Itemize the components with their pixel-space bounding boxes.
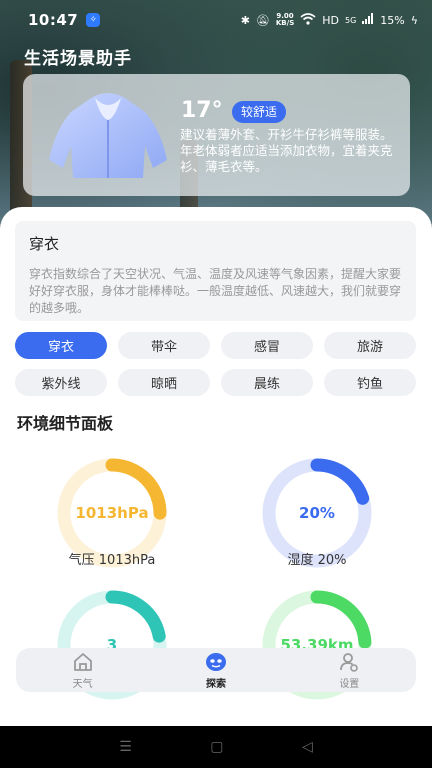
status-time: 10:47 (28, 11, 79, 29)
page-title: 生活场景助手 (24, 49, 132, 69)
chip-umbrella[interactable]: 带伞 (118, 332, 210, 359)
network-speed-unit: KB/S (275, 19, 295, 27)
explore-face-icon (205, 652, 226, 671)
tab-explore-label: 探索 (205, 678, 226, 690)
battery-percent: 15% (380, 13, 405, 27)
humidity-label: 湿度 20% (287, 553, 347, 568)
home-nav-icon[interactable]: ▢ (210, 739, 223, 755)
temperature: 17° (181, 98, 223, 123)
index-description: 穿衣指数综合了天空状况、气温、温度及风速等气象因素，提醒大家要好好穿衣服，身体才… (29, 267, 402, 315)
user-gear-icon (340, 652, 359, 672)
network-speed: 9.00 KB/S (276, 13, 294, 27)
chip-clothing[interactable]: 穿衣 (15, 332, 107, 359)
app-notification-icon: ✧ (86, 13, 101, 27)
index-chips: 穿衣 带伞 感冒 旅游 紫外线 晾晒 晨练 钓鱼 (15, 332, 417, 396)
network-type: HD (322, 13, 339, 27)
section-title: 环境细节面板 (17, 414, 114, 433)
menu-nav-icon[interactable]: ☰ (119, 739, 132, 755)
chip-exercise[interactable]: 晨练 (221, 369, 313, 396)
charging-icon: ϟ (410, 13, 418, 27)
tab-weather-label: 天气 (72, 678, 93, 690)
wifi-icon (300, 12, 316, 28)
chip-fishing[interactable]: 钓鱼 (324, 369, 416, 396)
signal-label: 5G (344, 15, 357, 25)
clothing-advice: 建议着薄外套、开衫牛仔衫裤等服装。年老体弱者应适当添加衣物，宜着夹克衫、薄毛衣等… (180, 127, 393, 174)
status-bar: 10:47 ✧ ✱ 🔕︎ 9.00 KB/S HD 5G 15% ϟ (0, 0, 432, 40)
tab-weather[interactable]: 天气 (16, 648, 149, 692)
house-icon (73, 652, 92, 671)
pressure-label: 气压 1013hPa (68, 553, 156, 568)
chip-uv[interactable]: 紫外线 (15, 369, 107, 396)
bluetooth-icon: ✱ (240, 13, 250, 27)
system-navigation-bar: ☰ ▢ ◁ (0, 726, 432, 768)
comfort-badge: 较舒适 (232, 101, 287, 123)
bottom-tab-bar: 天气 探索 设置 (16, 648, 416, 692)
index-info-card: 穿衣 穿衣指数综合了天空状况、气温、温度及风速等气象因素，提醒大家要好好穿衣服，… (15, 221, 416, 321)
tab-explore[interactable]: 探索 (149, 648, 282, 692)
mute-bell-icon: 🔕︎ (255, 13, 270, 27)
jacket-icon (49, 93, 167, 178)
chip-travel[interactable]: 旅游 (324, 332, 416, 359)
back-nav-icon[interactable]: ◁ (302, 739, 313, 755)
chip-drying[interactable]: 晾晒 (118, 369, 210, 396)
tab-settings[interactable]: 设置 (283, 648, 416, 692)
status-icons: ✱ 🔕︎ 9.00 KB/S HD 5G 15% ϟ (241, 13, 418, 28)
index-title: 穿衣 (29, 235, 60, 253)
tab-settings-label: 设置 (339, 678, 360, 690)
signal-icon (362, 13, 374, 27)
chip-cold[interactable]: 感冒 (221, 332, 313, 359)
weather-card: 17° 较舒适 建议着薄外套、开衫牛仔衫裤等服装。年老体弱者应适当添加衣物，宜着… (23, 74, 410, 196)
